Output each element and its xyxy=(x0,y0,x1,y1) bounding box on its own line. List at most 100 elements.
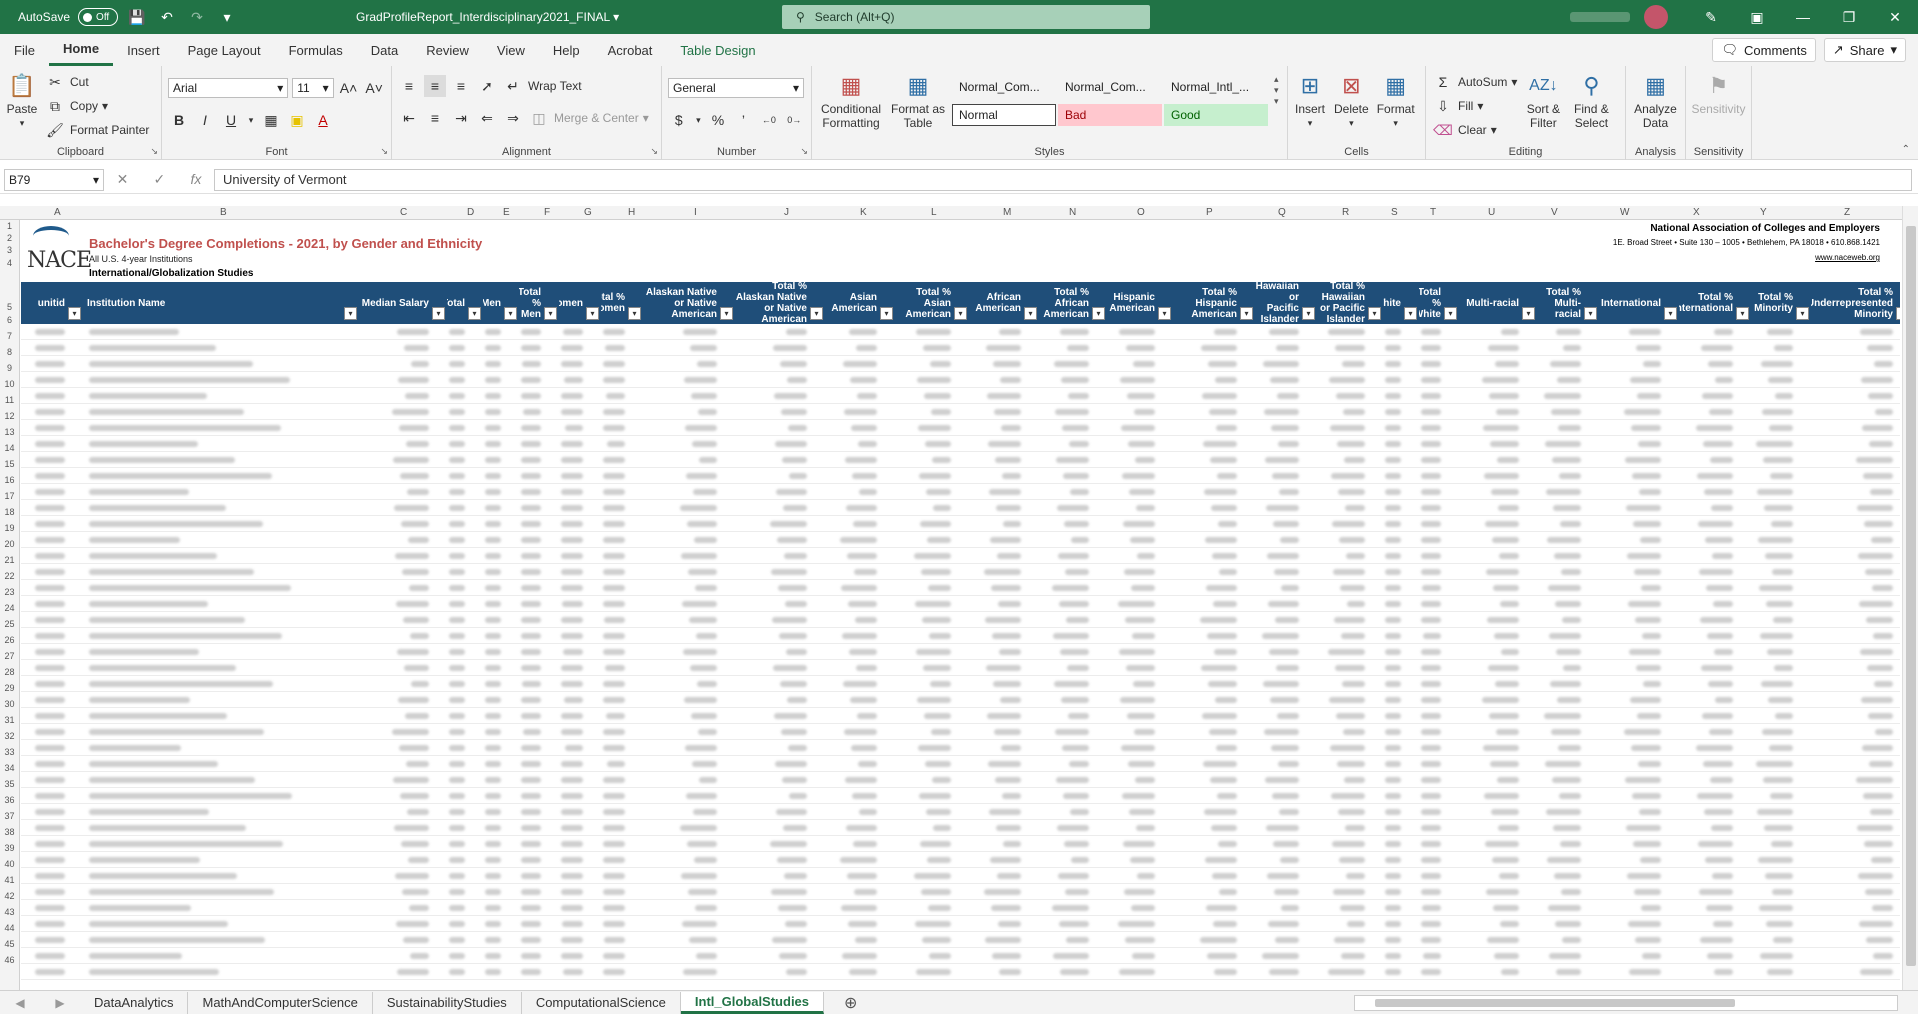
orientation-icon[interactable]: ➚ xyxy=(476,75,498,97)
fill-button[interactable]: ⇩ Fill ▾ xyxy=(1432,94,1517,118)
table-row[interactable] xyxy=(21,788,1900,804)
table-row[interactable] xyxy=(21,836,1900,852)
row-header-12[interactable]: 12 xyxy=(0,408,19,424)
sensitivity-button[interactable]: ⚑ Sensitivity xyxy=(1691,70,1745,117)
table-row[interactable] xyxy=(21,564,1900,580)
row-header-10[interactable]: 10 xyxy=(0,376,19,392)
column-header-z[interactable]: Z xyxy=(1844,207,1850,218)
table-row[interactable] xyxy=(21,596,1900,612)
column-header-y[interactable]: Y xyxy=(1760,207,1767,218)
chevron-down-icon[interactable]: ▾ xyxy=(246,109,256,131)
next-sheet-icon[interactable]: ▶ xyxy=(40,996,80,1010)
table-row[interactable] xyxy=(21,692,1900,708)
bold-icon[interactable]: B xyxy=(168,109,190,131)
filter-dropdown-icon[interactable]: ▾ xyxy=(1664,307,1677,320)
filter-dropdown-icon[interactable]: ▾ xyxy=(1302,307,1315,320)
column-header-x[interactable]: X xyxy=(1693,207,1700,218)
sheet-tab-intl-globalstudies[interactable]: Intl_GlobalStudies xyxy=(680,991,825,1014)
table-row[interactable] xyxy=(21,324,1900,340)
filter-dropdown-icon[interactable]: ▾ xyxy=(1522,307,1535,320)
filter-dropdown-icon[interactable]: ▾ xyxy=(810,307,823,320)
align-right-icon[interactable]: ⇥ xyxy=(450,107,472,129)
scroll-thumb[interactable] xyxy=(1375,999,1735,1007)
org-website[interactable]: www.naceweb.org xyxy=(1815,253,1880,262)
filter-dropdown-icon[interactable]: ▾ xyxy=(1444,307,1457,320)
table-row[interactable] xyxy=(21,868,1900,884)
table-row[interactable] xyxy=(21,420,1900,436)
column-header-i[interactable]: I xyxy=(694,207,697,218)
paste-button[interactable]: 📋 Paste ▾ xyxy=(6,70,38,142)
font-color-icon[interactable]: A xyxy=(312,109,334,131)
prev-sheet-icon[interactable]: ◀ xyxy=(0,996,40,1010)
tab-table-design[interactable]: Table Design xyxy=(666,34,769,66)
table-row[interactable] xyxy=(21,516,1900,532)
restore-icon[interactable]: ❐ xyxy=(1826,0,1872,34)
increase-decimal-icon[interactable]: ←0 xyxy=(758,109,779,131)
filter-dropdown-icon[interactable]: ▾ xyxy=(720,307,733,320)
column-header-w[interactable]: W xyxy=(1620,207,1629,218)
row-header-44[interactable]: 44 xyxy=(0,920,19,936)
row-header-20[interactable]: 20 xyxy=(0,536,19,552)
minimize-icon[interactable]: — xyxy=(1780,0,1826,34)
column-header-c[interactable]: C xyxy=(400,207,407,218)
row-header-9[interactable]: 9 xyxy=(0,360,19,376)
table-row[interactable] xyxy=(21,756,1900,772)
row-header-36[interactable]: 36 xyxy=(0,792,19,808)
style-normal-intl[interactable]: Normal_Intl_... xyxy=(1164,76,1268,98)
sheet-tab-sustainabilitystudies[interactable]: SustainabilityStudies xyxy=(373,991,522,1014)
row-header-40[interactable]: 40 xyxy=(0,856,19,872)
column-header-h[interactable]: H xyxy=(628,207,635,218)
column-header-m[interactable]: M xyxy=(1003,207,1011,218)
tab-home[interactable]: Home xyxy=(48,34,114,66)
user-name[interactable] xyxy=(1570,12,1630,22)
row-header-5[interactable]: 5 xyxy=(0,270,19,312)
style-normal-com-1[interactable]: Normal_Com... xyxy=(952,76,1056,98)
row-header-18[interactable]: 18 xyxy=(0,504,19,520)
table-row[interactable] xyxy=(21,644,1900,660)
table-row[interactable] xyxy=(21,884,1900,900)
filter-dropdown-icon[interactable]: ▾ xyxy=(1158,307,1171,320)
new-sheet-icon[interactable]: ⊕ xyxy=(844,993,857,1013)
row-header-34[interactable]: 34 xyxy=(0,760,19,776)
scroll-up-icon[interactable]: ▴ xyxy=(1274,74,1279,85)
borders-icon[interactable]: ▦ xyxy=(260,109,282,131)
row-header-17[interactable]: 17 xyxy=(0,488,19,504)
table-row[interactable] xyxy=(21,580,1900,596)
cancel-icon[interactable]: ✕ xyxy=(117,171,129,188)
font-size-select[interactable]: 11 ▾ xyxy=(292,78,334,98)
table-row[interactable] xyxy=(21,916,1900,932)
chevron-down-icon[interactable]: ▾ xyxy=(693,109,703,131)
clear-button[interactable]: ⌫ Clear ▾ xyxy=(1432,118,1517,142)
row-header-6[interactable]: 6 xyxy=(0,312,19,328)
row-header-26[interactable]: 26 xyxy=(0,632,19,648)
filter-dropdown-icon[interactable]: ▾ xyxy=(344,307,357,320)
copy-button[interactable]: ⧉ Copy ▾ xyxy=(44,94,149,118)
filter-dropdown-icon[interactable]: ▾ xyxy=(544,307,557,320)
wrap-text-button[interactable]: ↵ Wrap Text xyxy=(502,75,581,97)
column-header-a[interactable]: A xyxy=(54,207,61,218)
percent-icon[interactable]: % xyxy=(707,109,728,131)
style-good[interactable]: Good xyxy=(1164,104,1268,126)
row-header-23[interactable]: 23 xyxy=(0,584,19,600)
number-format-select[interactable]: General ▾ xyxy=(668,78,804,98)
name-box[interactable]: B79 ▾ xyxy=(4,168,104,191)
row-header-4[interactable]: 4 xyxy=(0,256,19,270)
row-header-7[interactable]: 7 xyxy=(0,328,19,344)
table-row[interactable] xyxy=(21,676,1900,692)
comma-icon[interactable]: ’ xyxy=(733,109,754,131)
table-row[interactable] xyxy=(21,740,1900,756)
column-header-v[interactable]: V xyxy=(1551,207,1558,218)
ribbon-display-icon[interactable]: ▣ xyxy=(1734,0,1780,34)
filter-dropdown-icon[interactable]: ▾ xyxy=(1896,307,1900,320)
table-row[interactable] xyxy=(21,356,1900,372)
cut-button[interactable]: ✂ Cut xyxy=(44,70,149,94)
vertical-scrollbar[interactable] xyxy=(1902,206,1918,992)
table-row[interactable] xyxy=(21,612,1900,628)
tab-review[interactable]: Review xyxy=(412,34,483,66)
tab-file[interactable]: File xyxy=(0,34,49,66)
column-header-t[interactable]: T xyxy=(1430,207,1436,218)
customize-qat-icon[interactable]: ▾ xyxy=(216,6,238,28)
filter-dropdown-icon[interactable]: ▾ xyxy=(1736,307,1749,320)
align-middle-icon[interactable]: ≡ xyxy=(424,75,446,97)
format-cells-button[interactable]: ▦ Format ▾ xyxy=(1377,70,1415,130)
